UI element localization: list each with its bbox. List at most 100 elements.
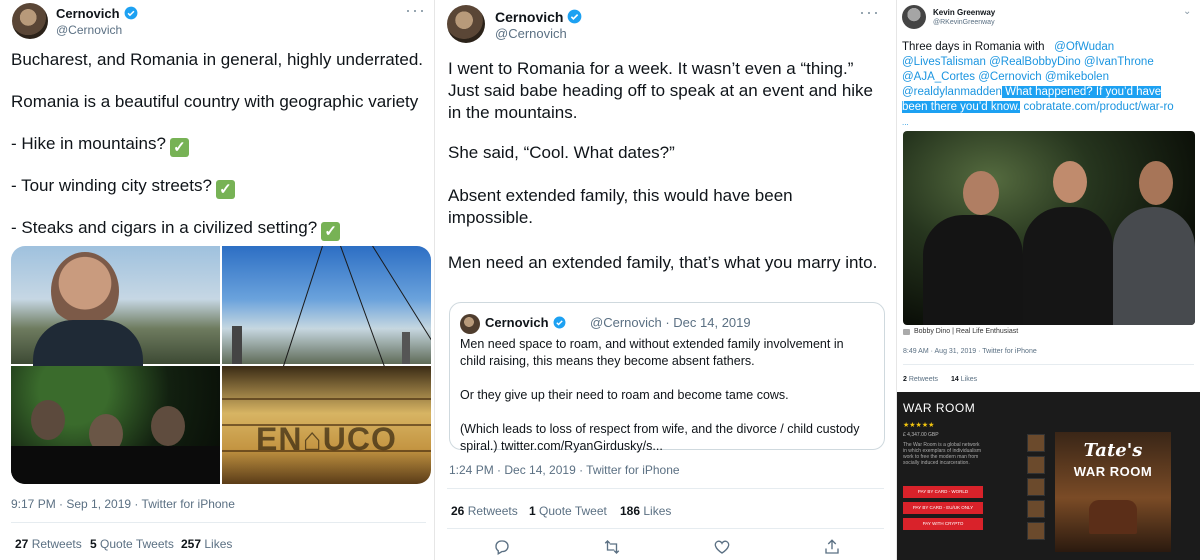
mention-link[interactable]: @OfWudan xyxy=(1054,41,1114,53)
tweet-kevin-greenway[interactable]: Kevin Greenway @RKevinGreenway ⌄ Three d… xyxy=(896,0,1200,560)
action-bar xyxy=(435,538,896,558)
ellipsis: ... xyxy=(902,118,909,127)
poster-script-text: Tate's xyxy=(1083,440,1143,461)
check-mark-icon: ✓ xyxy=(169,138,189,157)
retweet-count[interactable]: 26 Retweets xyxy=(451,504,518,518)
tweet-text-line: - Hike in mountains? ✓ xyxy=(11,134,189,157)
avatar[interactable] xyxy=(447,5,485,43)
mention-link[interactable]: @AJA_Cortes @Cernovich @mikebolen xyxy=(902,70,1198,85)
photo-selfie-mountains[interactable] xyxy=(11,246,220,366)
quoted-tweet[interactable]: Cernovich @Cernovich · Dec 14, 2019 Men … xyxy=(449,302,885,453)
check-mark-icon: ✓ xyxy=(321,222,341,241)
avatar[interactable] xyxy=(12,3,48,39)
product-link[interactable]: cobratate.com/product/war-ro xyxy=(1020,101,1173,113)
quote-count[interactable]: 1 Quote Tweet xyxy=(529,504,607,518)
display-name[interactable]: Cernovich xyxy=(495,9,582,25)
screenshot-collage: Cernovich @Cernovich ··· Bucharest, and … xyxy=(0,0,1200,560)
cable-line xyxy=(278,246,323,380)
poster-title: WAR ROOM xyxy=(1073,464,1153,479)
display-name[interactable]: Kevin Greenway xyxy=(933,8,995,17)
retweet-icon[interactable] xyxy=(603,538,621,556)
person-figure xyxy=(31,400,65,440)
more-icon[interactable]: ··· xyxy=(405,0,426,21)
caption-icon xyxy=(903,329,910,335)
selected-text: What happened? If you’d have xyxy=(1001,86,1162,98)
product-thumbnail[interactable] xyxy=(1027,500,1045,518)
tweet-paragraph: She said, “Cool. What dates?” xyxy=(448,143,675,162)
armchair-shape xyxy=(1089,500,1137,534)
tweet-timestamp[interactable]: 8:49 AM · Aug 31, 2019 · Twitter for iPh… xyxy=(903,348,1037,355)
verified-icon xyxy=(124,6,137,20)
display-name[interactable]: Cernovich xyxy=(56,6,138,21)
photo-cigar-shop[interactable]: EN⌂UCO xyxy=(222,366,431,484)
divider xyxy=(447,528,884,529)
like-count[interactable]: 257 Likes xyxy=(181,537,232,551)
more-icon[interactable]: ··· xyxy=(859,2,880,23)
retweet-count[interactable]: 27 Retweets xyxy=(15,537,82,551)
person-figure xyxy=(151,406,185,446)
pay-card-eu-button[interactable]: PAY BY CARD - EU/UK ONLY xyxy=(903,502,983,514)
war-room-product-page: WAR ROOM ★★★★★ £ 4,347.00 GBP The War Ro… xyxy=(897,392,1200,560)
verified-icon xyxy=(553,316,566,329)
tweet-text-line: Bucharest, and Romania in general, highl… xyxy=(11,50,424,69)
product-thumbnail[interactable] xyxy=(1027,434,1045,452)
tweet-timestamp[interactable]: 9:17 PM · Sep 1, 2019 · Twitter for iPho… xyxy=(11,497,235,511)
tower-shape xyxy=(232,326,242,364)
person-figure xyxy=(1053,161,1087,203)
product-price: £ 4,347.00 GBP xyxy=(903,432,939,438)
product-main-image[interactable]: Tate's WAR ROOM xyxy=(1055,432,1171,552)
retweet-count[interactable]: 2 Retweets xyxy=(903,376,938,383)
like-count[interactable]: 14 Likes xyxy=(951,376,977,383)
bodies-shape xyxy=(11,446,220,484)
tweet-cernovich-family[interactable]: Cernovich @Cernovich ··· I went to Roman… xyxy=(434,0,896,560)
like-icon[interactable] xyxy=(713,538,731,556)
person-figure xyxy=(1139,161,1173,205)
rating-stars: ★★★★★ xyxy=(903,422,935,429)
jacket-shape xyxy=(33,320,143,366)
quote-count[interactable]: 5 Quote Tweets xyxy=(90,537,174,551)
avatar xyxy=(460,314,480,334)
photo-group-drinks[interactable] xyxy=(903,131,1195,325)
like-count[interactable]: 186 Likes xyxy=(620,504,671,518)
avatar[interactable] xyxy=(902,5,926,29)
handle[interactable]: @Cernovich xyxy=(56,23,122,37)
mention-link[interactable]: @LivesTalisman @RealBobbyDino @IvanThron… xyxy=(902,55,1198,70)
photo-grid: EN⌂UCO xyxy=(11,246,431,484)
product-description: The War Room is a global network in whic… xyxy=(903,442,982,466)
photo-cable-car[interactable] xyxy=(222,246,431,380)
reply-icon[interactable] xyxy=(493,538,511,556)
tweet-paragraph: I went to Romania for a week. It wasn’t … xyxy=(448,59,873,122)
divider xyxy=(11,522,426,523)
quoted-tweet-text: Men need space to roam, and without exte… xyxy=(460,337,860,453)
person-figure xyxy=(963,171,999,215)
tweet-text-line: - Steaks and cigars in a civilized setti… xyxy=(11,218,341,241)
cable-line xyxy=(340,246,389,378)
tweet-text-line: Romania is a beautiful country with geog… xyxy=(11,92,419,111)
tweet-paragraph: Men need an extended family, that’s what… xyxy=(448,253,878,272)
check-mark-icon: ✓ xyxy=(215,180,235,199)
product-thumbnail[interactable] xyxy=(1027,478,1045,496)
tweet-text-line: - Tour winding city streets? ✓ xyxy=(11,176,235,199)
pay-card-world-button[interactable]: PAY BY CARD - WORLD xyxy=(903,486,983,498)
bodies-shape xyxy=(1113,207,1195,325)
share-icon[interactable] xyxy=(823,538,841,556)
mention-link[interactable]: @realdylanmadden xyxy=(902,86,1002,98)
pay-crypto-button[interactable]: PAY WITH CRYPTO xyxy=(903,518,983,530)
tweet-timestamp[interactable]: 1:24 PM · Dec 14, 2019 · Twitter for iPh… xyxy=(449,463,680,477)
handle[interactable]: @RKevinGreenway xyxy=(933,19,995,26)
display-name: Cernovich xyxy=(485,315,566,330)
divider xyxy=(447,488,884,489)
selected-text: been there you’d know. xyxy=(902,101,1021,113)
product-thumbnail[interactable] xyxy=(1027,522,1045,540)
product-thumbnail[interactable] xyxy=(1027,456,1045,474)
photo-caption: Bobby Dino | Real Life Enthusiast xyxy=(914,328,1019,335)
product-title: WAR ROOM xyxy=(903,401,976,415)
bodies-shape xyxy=(1023,207,1113,325)
chevron-down-icon[interactable]: ⌄ xyxy=(1183,6,1192,17)
tweet-cernovich-romania[interactable]: Cernovich @Cernovich ··· Bucharest, and … xyxy=(0,0,434,560)
bodies-shape xyxy=(923,215,1023,325)
handle-and-date: @Cernovich · Dec 14, 2019 xyxy=(590,315,751,330)
photo-group-night[interactable] xyxy=(11,366,220,484)
tweet-paragraph: Absent extended family, this would have … xyxy=(448,186,793,227)
handle[interactable]: @Cernovich xyxy=(495,26,567,41)
